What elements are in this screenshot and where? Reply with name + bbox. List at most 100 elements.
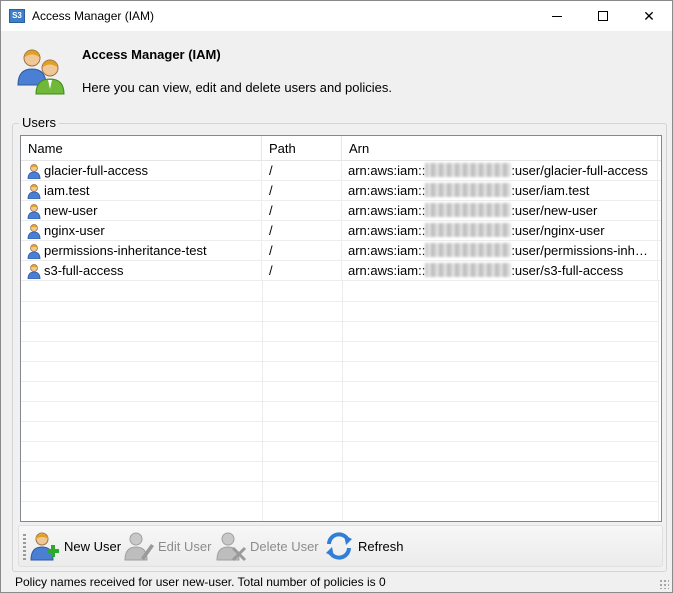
toolbar-grip[interactable] [23,534,26,560]
cell-path: / [262,161,342,181]
user-name: glacier-full-access [44,163,149,178]
cell-name: glacier-full-access [21,161,262,181]
toolbar: New User Edit User Delete User Refresh [18,525,663,567]
arn-prefix: arn:aws:iam:: [348,203,426,218]
table-empty-area [21,281,661,521]
page-description: Here you can view, edit and delete users… [82,80,393,95]
status-bar: Policy names received for user new-user.… [1,572,672,592]
cell-arn: arn:aws:iam:::user/nginx-user [342,221,658,241]
arn-prefix: arn:aws:iam:: [348,243,426,258]
arn-suffix: :user/nginx-user [511,223,605,238]
cell-name: iam.test [21,181,262,201]
user-name: iam.test [44,183,90,198]
refresh-label: Refresh [358,538,404,554]
users-table[interactable]: Name Path Arn glacier-full-access / arn:aw… [20,135,662,522]
add-user-icon [30,532,59,561]
cell-arn: arn:aws:iam:::user/s3-full-access [342,261,658,281]
edit-user-icon [124,532,154,561]
redacted-account-id [425,223,512,237]
app-icon: S3 [9,9,25,23]
table-row[interactable]: permissions-inheritance-test / arn:aws:iam… [21,241,661,261]
table-row[interactable]: glacier-full-access / arn:aws:iam:::user/g… [21,161,661,181]
user-icon [27,184,41,199]
redacted-account-id [425,243,512,257]
user-icon [27,224,41,239]
user-name: permissions-inheritance-test [44,243,207,258]
cell-name: s3-full-access [21,261,262,281]
minimize-icon [552,15,562,17]
redacted-account-id [425,183,512,197]
cell-arn: arn:aws:iam:::user/new-user [342,201,658,221]
user-name: s3-full-access [44,263,124,278]
table-row[interactable]: nginx-user / arn:aws:iam:::user/nginx-user [21,221,661,241]
grid-line [21,301,658,302]
grid-line [21,381,658,382]
redacted-account-id [425,263,512,277]
refresh-icon [326,532,352,560]
user-icon [27,264,41,279]
title-bar[interactable]: S3 Access Manager (IAM) ✕ [1,1,672,31]
grid-line [21,361,658,362]
grid-column-line [658,281,659,521]
table-row[interactable]: s3-full-access / arn:aws:iam:::user/s3-ful… [21,261,661,281]
refresh-button[interactable]: Refresh [323,529,404,563]
resize-grip[interactable] [659,579,669,589]
grid-line [21,321,658,322]
user-name: new-user [44,203,98,218]
cell-path: / [262,221,342,241]
table-header: Name Path Arn [21,136,661,161]
arn-prefix: arn:aws:iam:: [348,263,426,278]
cell-path: / [262,261,342,281]
cell-name: nginx-user [21,221,262,241]
maximize-icon [598,11,608,21]
grid-line [21,421,658,422]
new-user-label: New User [64,538,122,554]
cell-arn: arn:aws:iam:::user/iam.test [342,181,658,201]
edit-user-button[interactable]: Edit User [123,529,211,563]
status-text: Policy names received for user new-user.… [15,575,386,589]
grid-column-line [262,281,263,521]
redacted-account-id [425,203,512,217]
user-name: nginx-user [44,223,105,238]
table-rows: glacier-full-access / arn:aws:iam:::user/g… [21,161,661,281]
table-row[interactable]: iam.test / arn:aws:iam:::user/iam.test [21,181,661,201]
column-header-arn[interactable]: Arn [342,136,658,161]
column-header-name[interactable]: Name [21,136,262,161]
close-icon: ✕ [643,7,655,24]
new-user-button[interactable]: New User [29,529,121,563]
grid-line [21,461,658,462]
users-group-icon [17,49,65,95]
cell-name: permissions-inheritance-test [21,241,262,261]
arn-suffix: :user/iam.test [511,183,590,198]
page-title: Access Manager (IAM) [82,47,221,62]
grid-line [21,481,658,482]
delete-user-icon [216,532,247,562]
user-icon [27,244,41,259]
delete-user-label: Delete User [250,538,319,554]
cell-path: / [262,201,342,221]
delete-user-button[interactable]: Delete User [215,529,319,563]
users-group-label: Users [19,115,59,130]
maximize-button[interactable] [580,1,626,31]
arn-prefix: arn:aws:iam:: [348,183,426,198]
arn-prefix: arn:aws:iam:: [348,223,426,238]
close-button[interactable]: ✕ [626,1,672,31]
cell-arn: arn:aws:iam:::user/permissions-inh… [342,241,658,261]
user-icon [27,164,41,179]
arn-suffix: :user/glacier-full-access [511,163,648,178]
arn-suffix: :user/new-user [511,203,598,218]
arn-suffix: :user/s3-full-access [511,263,624,278]
redacted-account-id [425,163,512,177]
minimize-button[interactable] [534,1,580,31]
window-title: Access Manager (IAM) [32,9,155,23]
column-header-path[interactable]: Path [262,136,342,161]
edit-user-label: Edit User [158,538,212,554]
cell-name: new-user [21,201,262,221]
cell-path: / [262,181,342,201]
access-manager-window: S3 Access Manager (IAM) ✕ Access Manager… [0,0,673,593]
arn-suffix: :user/permissions-inh… [511,243,648,258]
grid-column-line [342,281,343,521]
table-row[interactable]: new-user / arn:aws:iam:::user/new-user [21,201,661,221]
grid-line [21,441,658,442]
arn-prefix: arn:aws:iam:: [348,163,426,178]
